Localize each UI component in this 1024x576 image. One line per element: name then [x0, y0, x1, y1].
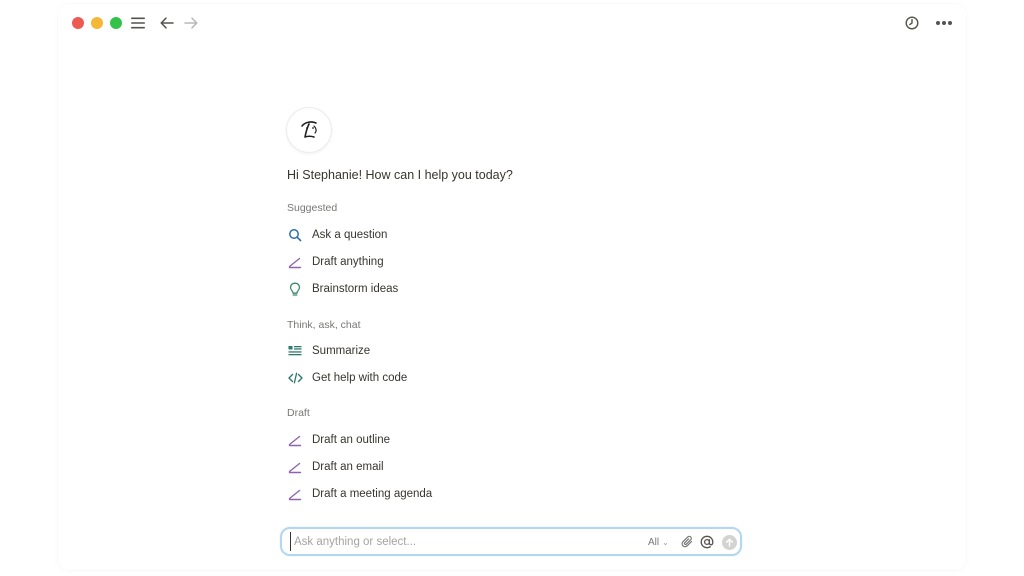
- menu-item-label: Get help with code: [312, 372, 408, 384]
- menu-item-label: Ask a question: [312, 229, 388, 241]
- menu-icon[interactable]: [129, 14, 147, 32]
- menu-item-draft-outline[interactable]: Draft an outline: [287, 431, 390, 449]
- ask-ai-input[interactable]: [290, 532, 634, 551]
- scope-dropdown[interactable]: All ⌄: [648, 534, 669, 550]
- send-arrow-icon: [721, 534, 737, 550]
- menu-item-label: Brainstorm ideas: [312, 283, 399, 295]
- scope-dropdown-value: All: [648, 536, 660, 548]
- greeting-text: Hi Stephanie! How can I help you today?: [287, 168, 513, 182]
- maximize-window-button[interactable]: [110, 17, 122, 29]
- section-label-draft: Draft: [287, 407, 310, 419]
- ask-ai-input-box: All ⌄: [280, 527, 742, 556]
- menu-item-brainstorm-ideas[interactable]: Brainstorm ideas: [287, 280, 398, 298]
- menu-item-draft-email[interactable]: Draft an email: [287, 458, 384, 476]
- history-icon[interactable]: [902, 13, 922, 33]
- chevron-down-icon: ⌄: [662, 537, 669, 547]
- section-label-think-ask-chat: Think, ask, chat: [287, 319, 361, 331]
- pen-icon: [287, 432, 303, 448]
- search-icon: [287, 227, 303, 243]
- menu-item-draft-meeting-agenda[interactable]: Draft a meeting agenda: [287, 485, 432, 503]
- menu-item-ask-question[interactable]: Ask a question: [287, 226, 387, 244]
- at-sign-icon[interactable]: [698, 533, 716, 551]
- send-button[interactable]: [720, 533, 738, 551]
- section-label-suggested: Suggested: [287, 202, 338, 214]
- menu-item-label: Draft a meeting agenda: [312, 488, 433, 500]
- minimize-window-button[interactable]: [91, 17, 103, 29]
- forward-arrow-icon[interactable]: [181, 13, 201, 33]
- pen-icon: [287, 254, 303, 270]
- summarize-icon: [287, 343, 303, 359]
- menu-item-label: Draft an outline: [312, 434, 390, 446]
- ai-assistant-avatar: [286, 107, 332, 153]
- back-arrow-icon[interactable]: [157, 13, 177, 33]
- lightbulb-icon: [287, 281, 303, 297]
- pen-icon: [287, 486, 303, 502]
- more-options-icon[interactable]: [932, 13, 956, 33]
- menu-item-label: Draft an email: [312, 461, 384, 473]
- menu-item-label: Draft anything: [312, 256, 384, 268]
- menu-item-summarize[interactable]: Summarize: [287, 342, 370, 360]
- ai-face-icon: [301, 121, 317, 138]
- app-window: [58, 4, 966, 570]
- paperclip-icon[interactable]: [678, 533, 696, 551]
- pen-icon: [287, 459, 303, 475]
- menu-item-code-help[interactable]: Get help with code: [287, 369, 407, 387]
- code-icon: [287, 370, 303, 386]
- menu-item-draft-anything[interactable]: Draft anything: [287, 253, 384, 271]
- menu-item-label: Summarize: [312, 345, 371, 357]
- close-window-button[interactable]: [72, 17, 84, 29]
